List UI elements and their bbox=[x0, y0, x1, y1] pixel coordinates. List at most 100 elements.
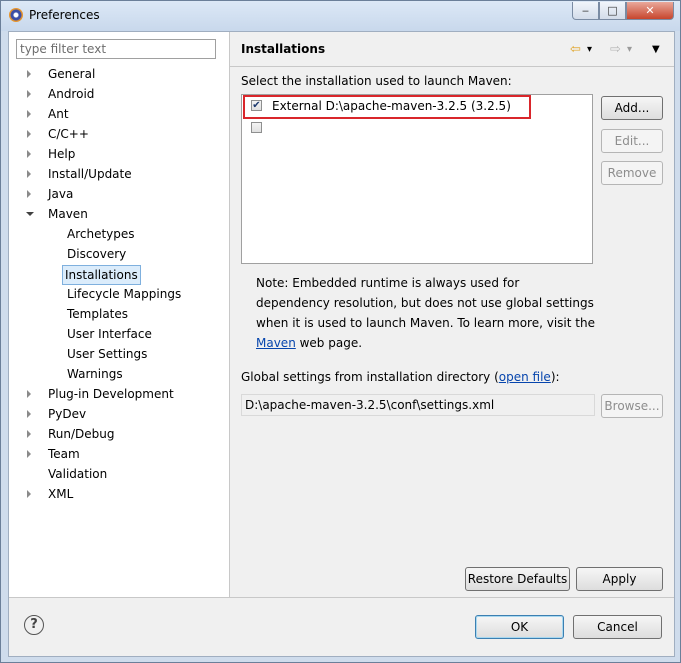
browse-button[interactable]: Browse... bbox=[601, 394, 663, 418]
collapsed-arrow-icon[interactable] bbox=[27, 190, 31, 198]
tree-item-label: XML bbox=[48, 487, 74, 501]
collapsed-arrow-icon[interactable] bbox=[27, 450, 31, 458]
back-arrow-icon[interactable]: ⇦ bbox=[570, 42, 581, 58]
collapsed-arrow-icon[interactable] bbox=[27, 430, 31, 438]
remove-button[interactable]: Remove bbox=[601, 161, 663, 185]
select-installation-label: Select the installation used to launch M… bbox=[241, 74, 512, 88]
preferences-window: Preferences ‒ □ ✕ General Android Ant C/C++… bbox=[0, 0, 681, 663]
open-file-link[interactable]: open file bbox=[499, 370, 551, 384]
collapsed-arrow-icon[interactable] bbox=[27, 110, 31, 118]
apply-button[interactable]: Apply bbox=[576, 567, 663, 591]
maximize-button[interactable]: □ bbox=[599, 2, 626, 20]
eclipse-icon bbox=[9, 8, 23, 22]
tree-item-label: Validation bbox=[48, 467, 108, 481]
tree-item-installations[interactable]: Installations bbox=[46, 264, 209, 285]
tree-item-user-interface[interactable]: User Interface bbox=[46, 324, 209, 344]
note-suffix: web page. bbox=[295, 336, 363, 350]
close-button[interactable]: ✕ bbox=[626, 2, 674, 20]
maven-link[interactable]: Maven bbox=[256, 336, 296, 350]
forward-dropdown-icon[interactable]: ▾ bbox=[627, 42, 632, 58]
tree-item-validation[interactable]: Validation bbox=[27, 464, 209, 484]
tree-item-general[interactable]: General bbox=[27, 64, 209, 84]
global-label-suffix: ): bbox=[550, 370, 560, 384]
global-settings-path-field: D:\apache-maven-3.2.5\conf\settings.xml bbox=[241, 394, 595, 416]
tree-item-label: Install/Update bbox=[48, 167, 132, 181]
view-menu-icon[interactable]: ▼ bbox=[652, 42, 660, 58]
installation-checkbox[interactable]: ✔ bbox=[251, 100, 262, 111]
global-settings-label: Global settings from installation direct… bbox=[241, 370, 560, 384]
tree-item-label: Warnings bbox=[67, 367, 123, 381]
tree-item-plug-in-development[interactable]: Plug-in Development bbox=[27, 384, 209, 404]
installations-page: Installations ⇦ ▾ ⇨ ▾ ▼ Select the insta… bbox=[230, 32, 674, 597]
tree-item-android[interactable]: Android bbox=[27, 84, 209, 104]
tree-item-team[interactable]: Team bbox=[27, 444, 209, 464]
edit-button[interactable]: Edit... bbox=[601, 129, 663, 153]
tree-item-discovery[interactable]: Discovery bbox=[46, 244, 209, 264]
maximize-icon: □ bbox=[607, 4, 618, 17]
tree-item-archetypes[interactable]: Archetypes bbox=[46, 224, 209, 244]
tree-item-warnings[interactable]: Warnings bbox=[46, 364, 209, 384]
title-separator bbox=[230, 66, 674, 67]
preference-tree-panel: General Android Ant C/C++ Help Install/Update… bbox=[9, 32, 230, 597]
tree-item-user-settings[interactable]: User Settings bbox=[46, 344, 209, 364]
collapsed-arrow-icon[interactable] bbox=[27, 90, 31, 98]
tree-item-label: Discovery bbox=[67, 247, 127, 261]
collapsed-arrow-icon[interactable] bbox=[27, 150, 31, 158]
minimize-icon: ‒ bbox=[582, 4, 589, 17]
tree-item-label: User Settings bbox=[67, 347, 148, 361]
help-icon[interactable]: ? bbox=[24, 615, 44, 635]
close-icon: ✕ bbox=[645, 4, 655, 17]
dialog-client-area: General Android Ant C/C++ Help Install/Update… bbox=[8, 31, 675, 657]
installation-label: External D:\apache-maven-3.2.5 (3.2.5) bbox=[272, 99, 511, 113]
restore-defaults-button[interactable]: Restore Defaults bbox=[465, 567, 570, 591]
collapsed-arrow-icon[interactable] bbox=[27, 490, 31, 498]
footer-separator bbox=[9, 597, 674, 598]
tree-item-label: Ant bbox=[48, 107, 69, 121]
tree-item-label: Archetypes bbox=[67, 227, 135, 241]
window-title: Preferences bbox=[29, 8, 100, 22]
minimize-button[interactable]: ‒ bbox=[572, 2, 599, 20]
filter-input[interactable] bbox=[16, 39, 216, 59]
collapsed-arrow-icon[interactable] bbox=[27, 390, 31, 398]
ok-button[interactable]: OK bbox=[475, 615, 564, 639]
installation-checkbox[interactable] bbox=[251, 122, 262, 133]
tree-item-label: General bbox=[48, 67, 96, 81]
add-button[interactable]: Add... bbox=[601, 96, 663, 120]
forward-arrow-icon[interactable]: ⇨ bbox=[610, 42, 621, 58]
tree-item-pydev[interactable]: PyDev bbox=[27, 404, 209, 424]
tree-item-c-c-[interactable]: C/C++ bbox=[27, 124, 209, 144]
tree-item-lifecycle-mappings[interactable]: Lifecycle Mappings bbox=[46, 284, 209, 304]
tree-item-install-update[interactable]: Install/Update bbox=[27, 164, 209, 184]
tree-item-label: Installations bbox=[62, 265, 141, 285]
tree-item-label: Java bbox=[48, 187, 74, 201]
tree-item-ant[interactable]: Ant bbox=[27, 104, 209, 124]
tree-item-label: Android bbox=[48, 87, 95, 101]
tree-item-label: Help bbox=[48, 147, 76, 161]
page-title: Installations bbox=[241, 42, 326, 56]
embedded-runtime-note: Note: Embedded runtime is always used fo… bbox=[256, 273, 596, 353]
tree-item-label: Templates bbox=[67, 307, 129, 321]
cancel-button[interactable]: Cancel bbox=[573, 615, 662, 639]
collapsed-arrow-icon[interactable] bbox=[27, 410, 31, 418]
global-label-prefix: Global settings from installation direct… bbox=[241, 370, 499, 384]
tree-item-label: Lifecycle Mappings bbox=[67, 287, 182, 301]
tree-item-label: PyDev bbox=[48, 407, 87, 421]
tree-item-xml[interactable]: XML bbox=[27, 484, 209, 504]
collapsed-arrow-icon[interactable] bbox=[27, 70, 31, 78]
tree-item-label: Plug-in Development bbox=[48, 387, 174, 401]
tree-item-help[interactable]: Help bbox=[27, 144, 209, 164]
tree-item-label: C/C++ bbox=[48, 127, 89, 141]
tree-item-java[interactable]: Java bbox=[27, 184, 209, 204]
collapsed-arrow-icon[interactable] bbox=[27, 130, 31, 138]
installations-table[interactable]: ✔ External D:\apache-maven-3.2.5 (3.2.5) bbox=[241, 94, 593, 264]
title-bar[interactable]: Preferences ‒ □ ✕ bbox=[1, 1, 680, 31]
tree-item-label: Run/Debug bbox=[48, 427, 115, 441]
collapsed-arrow-icon[interactable] bbox=[27, 170, 31, 178]
expanded-arrow-icon[interactable] bbox=[26, 212, 34, 216]
tree-item-maven[interactable]: Maven bbox=[26, 204, 209, 224]
tree-item-run-debug[interactable]: Run/Debug bbox=[27, 424, 209, 444]
tree-item-label: Team bbox=[48, 447, 80, 461]
note-text: Note: Embedded runtime is always used fo… bbox=[256, 276, 595, 330]
tree-item-templates[interactable]: Templates bbox=[46, 304, 209, 324]
back-dropdown-icon[interactable]: ▾ bbox=[587, 42, 592, 58]
